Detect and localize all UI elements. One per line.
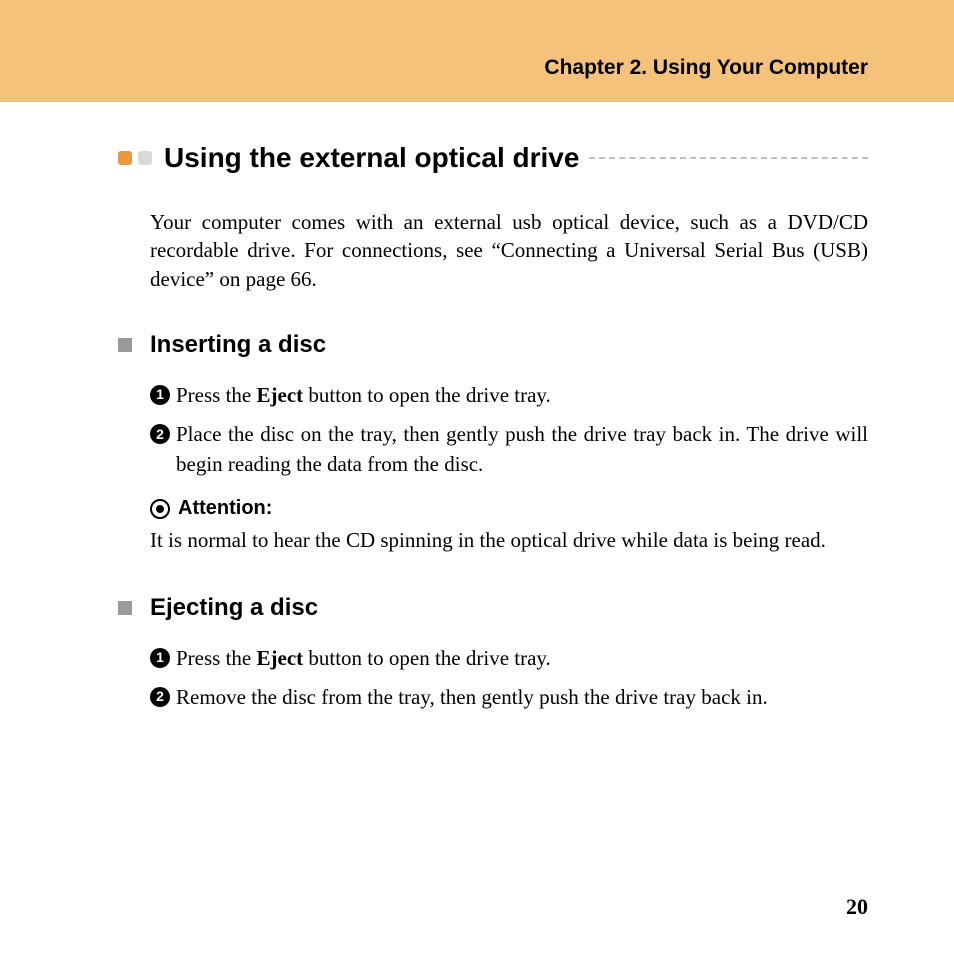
bullet-orange-icon (118, 151, 132, 165)
step-number-icon: 1 (150, 648, 170, 668)
attention-text: It is normal to hear the CD spinning in … (150, 526, 868, 555)
sub-heading-inserting: Inserting a disc (118, 331, 868, 359)
attention-label: Attention: (178, 497, 272, 520)
step-text: Press the Eject button to open the drive… (176, 644, 868, 673)
main-heading-row: Using the external optical drive (118, 142, 868, 174)
square-bullet-icon (118, 601, 132, 615)
text-bold: Eject (257, 646, 304, 670)
ejecting-heading: Ejecting a disc (150, 594, 318, 622)
main-heading: Using the external optical drive (164, 142, 579, 174)
chapter-title: Chapter 2. Using Your Computer (544, 56, 868, 80)
ejecting-step-1: 1 Press the Eject button to open the dri… (150, 644, 868, 673)
text-post: button to open the drive tray. (303, 383, 551, 407)
attention-row: Attention: (150, 497, 868, 520)
text-bold: Eject (257, 383, 304, 407)
inserting-step-1: 1 Press the Eject button to open the dri… (150, 381, 868, 410)
bullet-gray-icon (138, 151, 152, 165)
text-post: button to open the drive tray. (303, 646, 551, 670)
inserting-step-2: 2 Place the disc on the tray, then gentl… (150, 420, 868, 479)
header-band: Chapter 2. Using Your Computer (0, 0, 954, 102)
step-text: Remove the disc from the tray, then gent… (176, 683, 868, 712)
attention-icon (150, 499, 170, 519)
heading-rule (589, 157, 868, 159)
page-content: Using the external optical drive Your co… (0, 102, 954, 712)
sub-heading-ejecting: Ejecting a disc (118, 594, 868, 622)
square-bullet-icon (118, 338, 132, 352)
step-number-icon: 1 (150, 385, 170, 405)
step-text: Press the Eject button to open the drive… (176, 381, 868, 410)
step-text: Place the disc on the tray, then gently … (176, 420, 868, 479)
step-number-icon: 2 (150, 687, 170, 707)
inserting-heading: Inserting a disc (150, 331, 326, 359)
step-number-icon: 2 (150, 424, 170, 444)
text-pre: Press the (176, 646, 257, 670)
page-number: 20 (846, 894, 868, 920)
ejecting-step-2: 2 Remove the disc from the tray, then ge… (150, 683, 868, 712)
text-pre: Press the (176, 383, 257, 407)
intro-paragraph: Your computer comes with an external usb… (150, 208, 868, 293)
